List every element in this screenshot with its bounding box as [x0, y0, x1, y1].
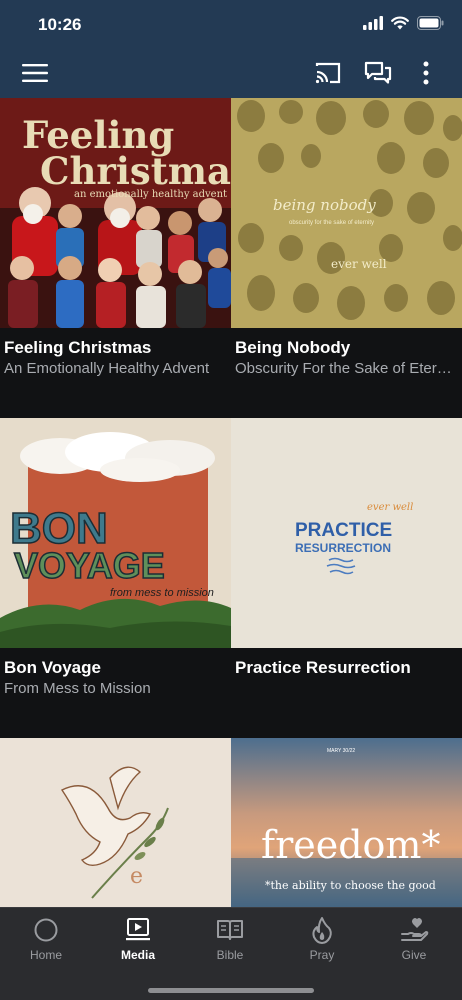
media-item-title: Being Nobody	[235, 338, 351, 357]
art-word: freedom*	[261, 823, 440, 867]
media-item-title: Practice Resurrection	[235, 658, 411, 677]
media-item-bon-voyage[interactable]: BON VOYAGE from mess to mission Bon Voya…	[0, 418, 231, 738]
media-item-practice-resurrection[interactable]: ever well PRACTICE RESURRECTION Practice…	[231, 418, 462, 738]
media-item-feeling-christmas[interactable]: Feeling Christmas an emotionally healthy…	[0, 98, 231, 418]
chat-icon[interactable]	[364, 61, 392, 85]
tab-label: Home	[29, 948, 62, 962]
tab-label: Give	[401, 948, 427, 962]
media-item-title: Bon Voyage	[4, 658, 101, 677]
status-time: 10:26	[38, 15, 82, 34]
series-artwork: MARY 30/22 freedom* *the ability to choo…	[231, 738, 462, 907]
art-tagline: an emotionally healthy advent	[74, 189, 227, 200]
media-item-title: Feeling Christmas	[4, 338, 152, 357]
tab-home[interactable]: Home	[0, 908, 92, 978]
art-date: MARY 30/22	[327, 748, 355, 754]
give-hand-heart-icon	[401, 918, 429, 941]
art-script-title: being nobody	[273, 196, 376, 214]
series-artwork: e	[0, 738, 231, 907]
media-item-subtitle: An Emotionally Healthy Advent	[4, 360, 210, 377]
art-title-line2: Christmas	[40, 149, 231, 193]
art-mark: e	[130, 864, 143, 889]
tab-media[interactable]: Media	[92, 908, 184, 978]
art-brand: ever well	[367, 502, 413, 513]
media-play-icon	[126, 918, 150, 941]
signal-icon	[363, 16, 383, 30]
art-title-line1: PRACTICE	[295, 520, 392, 541]
art-brand: ever well	[331, 257, 387, 271]
media-item-subtitle: Obscurity For the Sake of Eternity	[235, 360, 459, 377]
series-artwork: BON VOYAGE from mess to mission	[0, 418, 231, 648]
art-title-line2: RESURRECTION	[295, 541, 391, 555]
bible-book-icon	[217, 920, 243, 940]
home-circle-icon	[34, 918, 58, 942]
flame-icon	[312, 917, 332, 944]
series-artwork: ever well PRACTICE RESURRECTION	[231, 418, 462, 648]
series-artwork: Feeling Christmas an emotionally healthy…	[0, 98, 231, 328]
media-item-freedom[interactable]: MARY 30/22 freedom* *the ability to choo…	[231, 738, 462, 907]
battery-icon	[417, 16, 444, 30]
app-bar	[0, 48, 462, 98]
tab-label: Pray	[309, 948, 335, 962]
media-item-being-nobody[interactable]: being nobody obscurity for the sake of e…	[231, 98, 462, 418]
media-item-dove[interactable]: e	[0, 738, 231, 907]
tab-bible[interactable]: Bible	[184, 908, 276, 978]
art-tagline: from mess to mission	[110, 587, 214, 599]
home-indicator	[148, 988, 314, 993]
cast-icon[interactable]	[314, 61, 342, 85]
status-bar: 10:26	[0, 0, 462, 48]
menu-icon[interactable]	[22, 63, 48, 83]
tab-bar: Home Media Bible Pray Give	[0, 907, 462, 1000]
more-vertical-icon[interactable]	[418, 60, 434, 86]
media-item-subtitle: From Mess to Mission	[4, 680, 151, 697]
art-tagline: *the ability to choose the good	[265, 879, 436, 892]
tab-pray[interactable]: Pray	[276, 908, 368, 978]
series-artwork: being nobody obscurity for the sake of e…	[231, 98, 462, 328]
tab-label: Bible	[216, 948, 244, 962]
status-icons	[363, 16, 444, 30]
wifi-icon	[391, 16, 409, 30]
tab-label: Media	[120, 948, 155, 962]
tab-give[interactable]: Give	[368, 908, 460, 978]
art-small-text: obscurity for the sake of eternity	[289, 220, 374, 226]
art-title-line2: VOYAGE	[14, 545, 165, 586]
